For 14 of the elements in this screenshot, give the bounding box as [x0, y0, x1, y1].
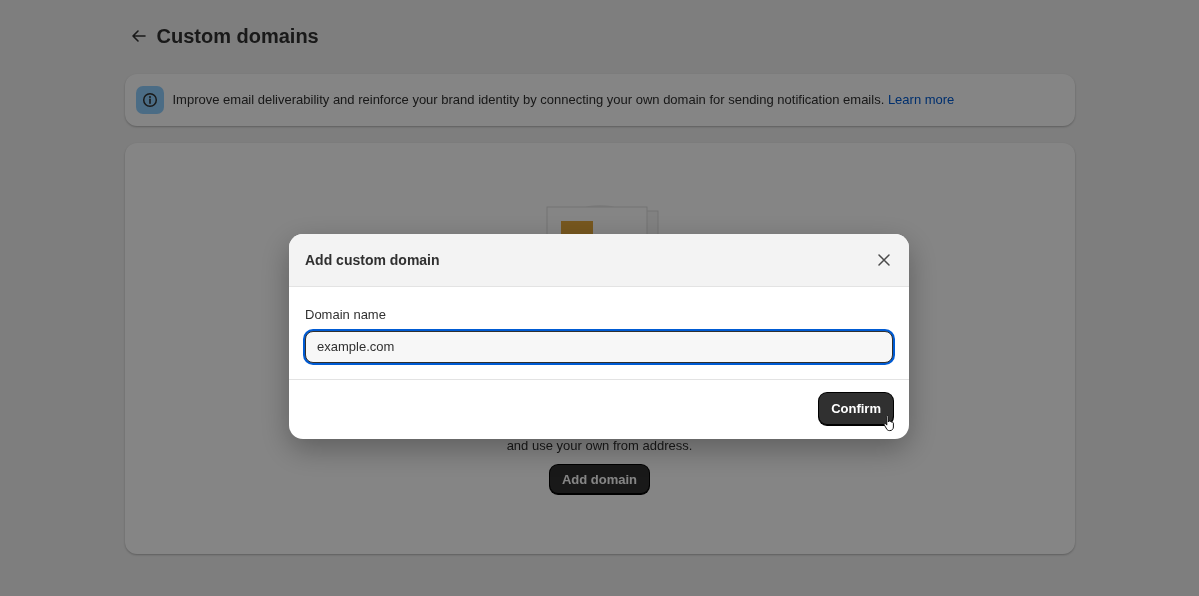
back-arrow-icon[interactable]	[130, 28, 147, 44]
field-label: Domain name	[305, 306, 387, 324]
close-button[interactable]	[875, 251, 893, 269]
info-icon	[135, 86, 164, 114]
confirm-button[interactable]: Confirm	[819, 393, 893, 425]
dialog-title: Add custom domain	[305, 251, 440, 269]
page-title: Custom domains	[156, 24, 319, 48]
learn-more-link[interactable]: Learn more	[887, 92, 955, 108]
close-icon	[877, 253, 891, 267]
pointer-cursor-icon	[883, 413, 897, 432]
banner-text: Improve email deliverability and reinforce your brand identity by connecting your own domain for sending notification emails. Learn more	[172, 91, 955, 110]
domain-name-field[interactable]: example.com	[305, 330, 893, 363]
add-domain-button[interactable]: Add domain	[549, 464, 650, 494]
empty-state-text: and use your own from address.	[506, 437, 693, 455]
